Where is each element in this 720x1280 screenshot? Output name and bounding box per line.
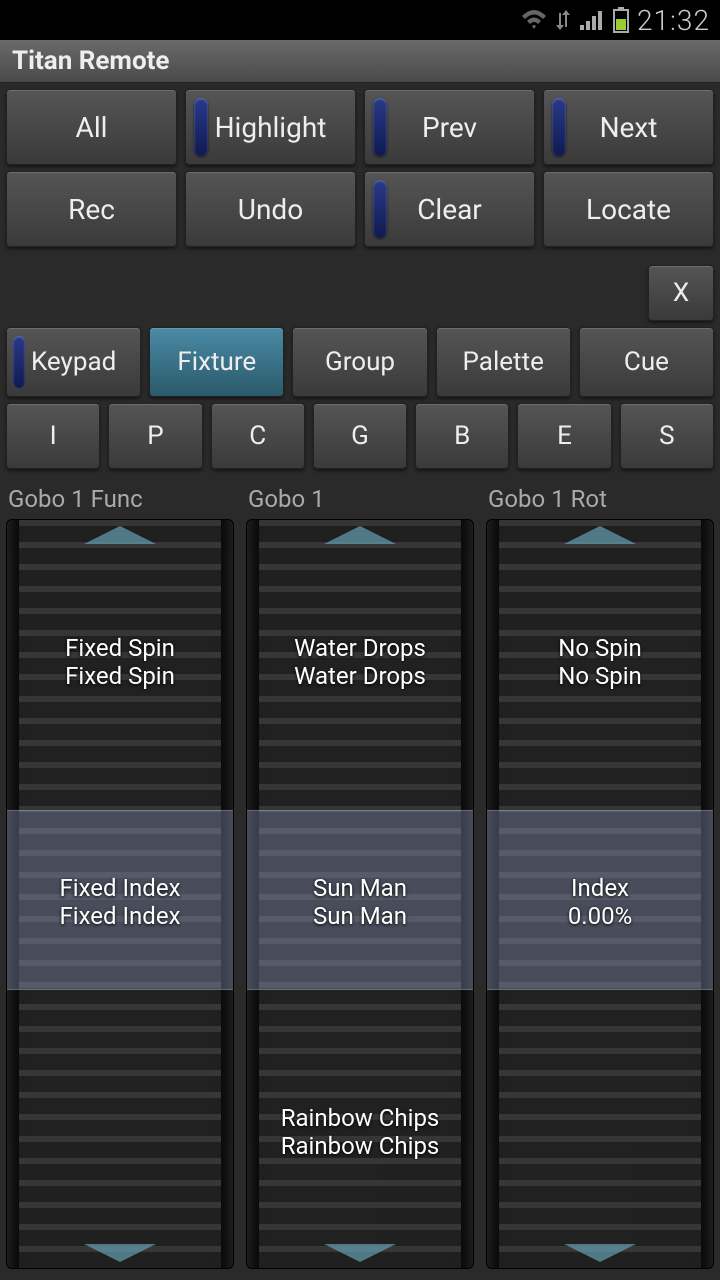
button-label: Prev xyxy=(422,111,477,144)
wheel-col-1: Gobo 1 Func Fixed Spin Fixed Spin Fixed … xyxy=(6,481,234,1269)
chevron-up-icon xyxy=(324,526,396,544)
wifi-icon xyxy=(521,9,547,31)
button-label: All xyxy=(76,111,108,144)
letter-label: E xyxy=(557,421,572,451)
button-label: Rec xyxy=(68,193,115,226)
letter-label: S xyxy=(659,421,674,451)
locate-button[interactable]: Locate xyxy=(543,171,714,247)
wheel-item-line: 0.00% xyxy=(493,902,707,930)
wheel-1[interactable]: Fixed Spin Fixed Spin Fixed Index Fixed … xyxy=(6,519,234,1269)
wheel-item: No Spin No Spin xyxy=(487,630,713,694)
wheel-item: Water Drops Water Drops xyxy=(247,630,473,694)
wheel-item xyxy=(7,1100,233,1108)
wheel-item-line: No Spin xyxy=(493,634,707,662)
attribute-group-row: I P C G B E S xyxy=(0,397,720,469)
prev-button[interactable]: Prev xyxy=(364,89,535,165)
wheel-item-line: Rainbow Chips xyxy=(253,1104,467,1132)
wheel-item-line: Sun Man xyxy=(253,902,467,930)
close-row: X xyxy=(0,247,720,321)
battery-icon xyxy=(613,7,629,33)
letter-label: I xyxy=(50,421,57,451)
attr-b-button[interactable]: B xyxy=(415,403,509,469)
wheel-col-2: Gobo 1 Water Drops Water Drops Sun Man S… xyxy=(246,481,474,1269)
latch-indicator xyxy=(194,98,208,156)
wheel-item: Rainbow Chips Rainbow Chips xyxy=(247,1100,473,1164)
undo-button[interactable]: Undo xyxy=(185,171,356,247)
latch-indicator xyxy=(373,180,387,238)
rec-button[interactable]: Rec xyxy=(6,171,177,247)
chevron-down-icon xyxy=(564,1244,636,1262)
app-title: Titan Remote xyxy=(0,40,720,83)
wheel-item-line: Sun Man xyxy=(253,874,467,902)
wheel-item-line: Rainbow Chips xyxy=(253,1132,467,1160)
button-label: Undo xyxy=(238,193,303,226)
tab-label: Fixture xyxy=(177,347,256,377)
status-bar: 21:32 xyxy=(0,0,720,40)
attr-g-button[interactable]: G xyxy=(313,403,407,469)
wheel-item: Fixed Spin Fixed Spin xyxy=(7,630,233,694)
button-label: Clear xyxy=(417,193,482,226)
tab-label: Palette xyxy=(463,347,544,377)
wheel-item-line: Index xyxy=(493,874,707,902)
tab-label: Keypad xyxy=(31,347,116,377)
wheel-item-selected: Sun Man Sun Man xyxy=(247,870,473,934)
tab-row: Keypad Fixture Group Palette Cue xyxy=(0,321,720,397)
attr-c-button[interactable]: C xyxy=(211,403,305,469)
chevron-up-icon xyxy=(564,526,636,544)
data-transfer-icon xyxy=(555,9,571,31)
wheel-item-line: Fixed Index xyxy=(13,902,227,930)
button-label: Highlight xyxy=(215,111,327,144)
chevron-down-icon xyxy=(324,1244,396,1262)
tab-cue[interactable]: Cue xyxy=(579,327,714,397)
wheel-item-line: Water Drops xyxy=(253,634,467,662)
wheel-item-line: Fixed Index xyxy=(13,874,227,902)
tab-palette[interactable]: Palette xyxy=(436,327,571,397)
top-button-row-1: All Highlight Prev Next xyxy=(0,83,720,165)
tab-fixture[interactable]: Fixture xyxy=(149,327,284,397)
letter-label: P xyxy=(147,421,163,451)
clear-button[interactable]: Clear xyxy=(364,171,535,247)
attr-e-button[interactable]: E xyxy=(517,403,611,469)
wheel-3[interactable]: No Spin No Spin Index 0.00% xyxy=(486,519,714,1269)
wheel-item-line: Fixed Spin xyxy=(13,662,227,690)
close-label: X xyxy=(673,278,689,308)
all-button[interactable]: All xyxy=(6,89,177,165)
button-label: Locate xyxy=(586,193,671,226)
wheel-label: Gobo 1 xyxy=(246,481,474,519)
top-button-row-2: Rec Undo Clear Locate xyxy=(0,165,720,247)
wheel-col-3: Gobo 1 Rot No Spin No Spin Index 0.00% xyxy=(486,481,714,1269)
tab-group[interactable]: Group xyxy=(292,327,427,397)
attr-s-button[interactable]: S xyxy=(620,403,714,469)
chevron-down-icon xyxy=(84,1244,156,1262)
latch-indicator xyxy=(13,336,25,388)
letter-label: G xyxy=(351,421,369,451)
wheel-item-line: Water Drops xyxy=(253,662,467,690)
wheel-item-selected: Index 0.00% xyxy=(487,870,713,934)
chevron-up-icon xyxy=(84,526,156,544)
wheel-item-selected: Fixed Index Fixed Index xyxy=(7,870,233,934)
attr-i-button[interactable]: I xyxy=(6,403,100,469)
latch-indicator xyxy=(552,98,566,156)
tab-label: Cue xyxy=(624,347,669,377)
wheel-label: Gobo 1 Func xyxy=(6,481,234,519)
wheel-item-line: No Spin xyxy=(493,662,707,690)
next-button[interactable]: Next xyxy=(543,89,714,165)
highlight-button[interactable]: Highlight xyxy=(185,89,356,165)
wheels-row: Gobo 1 Func Fixed Spin Fixed Spin Fixed … xyxy=(0,469,720,1269)
attr-p-button[interactable]: P xyxy=(108,403,202,469)
close-button[interactable]: X xyxy=(648,265,714,321)
letter-label: B xyxy=(454,421,470,451)
latch-indicator xyxy=(373,98,387,156)
wheel-label: Gobo 1 Rot xyxy=(486,481,714,519)
wheel-item-line: Fixed Spin xyxy=(13,634,227,662)
wheel-2[interactable]: Water Drops Water Drops Sun Man Sun Man … xyxy=(246,519,474,1269)
letter-label: C xyxy=(249,421,266,451)
signal-icon xyxy=(579,9,605,31)
tab-label: Group xyxy=(325,347,395,377)
button-label: Next xyxy=(600,111,658,144)
clock-text: 21:32 xyxy=(637,4,710,37)
wheel-item xyxy=(487,1100,713,1108)
tab-keypad[interactable]: Keypad xyxy=(6,327,141,397)
